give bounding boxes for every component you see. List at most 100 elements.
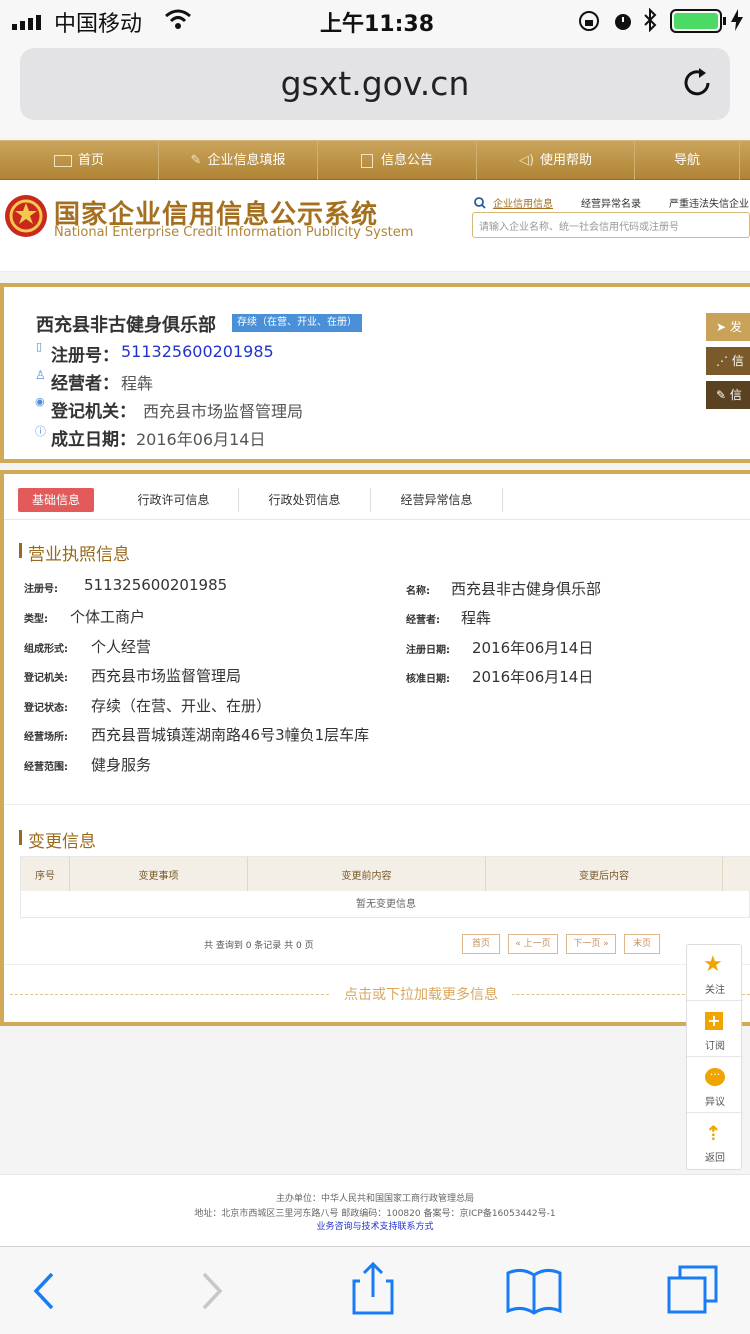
share-icon: ⋰ [716, 354, 728, 368]
load-more-button[interactable]: 点击或下拉加载更多信息 [330, 984, 512, 1004]
clock: 上午11:38 [320, 12, 435, 37]
page-prev-button[interactable]: « 上一页 [508, 934, 558, 954]
carrier-label: 中国移动 [54, 12, 143, 37]
info-tabs: 基础信息 行政许可信息 行政处罚信息 经营异常信息 [4, 474, 750, 520]
location-icon: ◉ [35, 395, 45, 408]
person-icon: ♙ [35, 368, 46, 382]
record-summary: 共 查询到 0 条记录 共 0 页 [204, 941, 314, 951]
follow-button[interactable]: ★ 关注 [687, 945, 743, 1001]
nav-report[interactable]: ✎ 企业信息填报 [159, 141, 318, 181]
floating-side-panel: ★ 关注 + 订阅 ··· 异议 ⇡ 返回 [686, 944, 743, 1170]
pencil-icon: ✎ [190, 153, 202, 168]
field-value: 程犇 [461, 609, 492, 627]
side-action-share-label: 信 [731, 354, 744, 368]
page-next-button[interactable]: 下一页 » [566, 934, 616, 954]
nav-help[interactable]: ◁) 使用帮助 [477, 141, 635, 181]
reg-number-value: 511325600201985 [121, 342, 274, 361]
search-icon [474, 194, 486, 213]
bluetooth-icon [642, 7, 658, 36]
tab-basic-label: 基础信息 [31, 493, 80, 507]
pagination: 首页 « 上一页 下一页 » 末页 [462, 934, 662, 954]
rotation-lock-icon [578, 10, 600, 36]
established-value: 2016年06月14日 [136, 430, 266, 449]
star-icon: ★ [703, 952, 723, 977]
col-before: 变更前内容 [247, 857, 485, 891]
back-to-top-button[interactable]: ⇡ 返回 [687, 1113, 743, 1169]
side-action-share[interactable]: ⋰ 信 [706, 347, 750, 375]
site-nav: 首页 ✎ 企业信息填报 信息公告 ◁) 使用帮助 导航 [0, 140, 750, 181]
search-input[interactable]: 请输入企业名称、统一社会信用代码或注册号 [472, 212, 750, 238]
plus-box-icon: + [705, 1012, 723, 1030]
nav-notice-label: 信息公告 [380, 153, 433, 168]
load-more-label: 点击或下拉加载更多信息 [344, 987, 498, 1003]
operator-label: 经营者： [51, 374, 119, 394]
field-label: 登记状态: [24, 703, 68, 714]
site-footer: 主办单位：中华人民共和国国家工商行政管理总局 地址：北京市西城区三里河东路八号 … [0, 1174, 750, 1246]
header-link-abnormal[interactable]: 经营异常名录 [581, 195, 641, 210]
header-link-blacklist[interactable]: 严重违法失信企业 [669, 195, 749, 210]
company-name: 西充县非古健身俱乐部 [36, 315, 216, 336]
page-first-button[interactable]: 首页 [462, 934, 500, 954]
operator-value: 程犇 [121, 374, 154, 393]
col-after: 变更后内容 [485, 857, 723, 891]
field-label: 组成形式: [24, 644, 68, 655]
field-value: 个人经营 [91, 638, 152, 656]
nav-home[interactable]: 首页 [0, 141, 159, 181]
nav-guide[interactable]: 导航 [635, 141, 740, 181]
tab-abnormal[interactable]: 经营异常信息 [371, 488, 503, 512]
national-emblem-logo [4, 192, 48, 244]
address-bar[interactable]: gsxt.gov.cn [20, 48, 730, 120]
nav-notice[interactable]: 信息公告 [318, 141, 477, 181]
side-action-edit[interactable]: ✎ 信 [706, 381, 750, 409]
footer-support-link[interactable]: 业务咨询与技术支持联系方式 [0, 1219, 750, 1232]
nav-guide-label: 导航 [673, 153, 700, 168]
monitor-icon [53, 154, 72, 167]
field-value: 2016年06月14日 [472, 639, 594, 657]
site-title-en: National Enterprise Credit Information P… [54, 225, 414, 240]
back-to-top-label: 返回 [705, 1153, 725, 1164]
chat-bubble-icon: ··· [705, 1068, 725, 1086]
field-value: 存续（在营、开业、在册） [91, 697, 272, 715]
field-label: 名称: [406, 586, 430, 597]
url-text: gsxt.gov.cn [280, 64, 470, 103]
objection-button[interactable]: ··· 异议 [687, 1057, 743, 1113]
charging-icon [730, 9, 744, 35]
edit-icon: ✎ [716, 388, 727, 402]
tab-abnormal-label: 经营异常信息 [400, 493, 473, 507]
tab-basic[interactable]: 基础信息 [18, 488, 94, 512]
field-label: 经营范围: [24, 762, 68, 773]
forward-arrow-icon[interactable] [200, 1271, 226, 1315]
subscribe-button[interactable]: + 订阅 [687, 1001, 743, 1057]
nav-report-label: 企业信息填报 [207, 153, 286, 168]
search-placeholder: 请输入企业名称、统一社会信用代码或注册号 [479, 222, 679, 233]
back-arrow-icon[interactable] [30, 1271, 56, 1315]
table-header: 序号 变更事项 变更前内容 变更后内容 [21, 857, 750, 891]
arrow-up-icon: ⇡ [705, 1121, 722, 1145]
tab-license[interactable]: 行政许可信息 [109, 488, 239, 512]
field-value: 西充县市场监督管理局 [91, 667, 242, 685]
section-divider [4, 964, 750, 965]
footer-sponsor: 主办单位：中华人民共和国国家工商行政管理总局 [275, 1194, 474, 1204]
field-label: 注册日期: [406, 645, 450, 656]
footer-address: 地址：北京市西城区三里河东路八号 邮政编码：100820 备案号：京ICP备16… [194, 1209, 556, 1219]
tab-penalty-label: 行政处罚信息 [268, 493, 341, 507]
signal-icon [12, 14, 48, 30]
field-label: 类型: [24, 614, 48, 625]
follow-label: 关注 [705, 985, 725, 996]
bookmarks-icon[interactable] [506, 1267, 562, 1319]
field-label: 注册号: [24, 584, 58, 595]
share-icon[interactable] [352, 1261, 396, 1321]
authority-label: 登记机关： [51, 402, 136, 422]
header-link-credit[interactable]: 企业信用信息 [493, 195, 553, 210]
tab-penalty[interactable]: 行政处罚信息 [239, 488, 371, 512]
tabs-icon[interactable] [666, 1265, 720, 1319]
page-last-button[interactable]: 末页 [624, 934, 660, 954]
side-action-send[interactable]: ➤ 发 [706, 313, 750, 341]
browser-toolbar [0, 1246, 750, 1334]
reload-icon[interactable] [680, 66, 714, 104]
send-icon: ➤ [716, 320, 727, 334]
status-badge: 存续（在营、开业、在册） [232, 314, 362, 332]
alarm-icon [612, 10, 634, 36]
field-label: 核准日期: [406, 674, 450, 685]
book-icon: ▯ [36, 340, 43, 353]
